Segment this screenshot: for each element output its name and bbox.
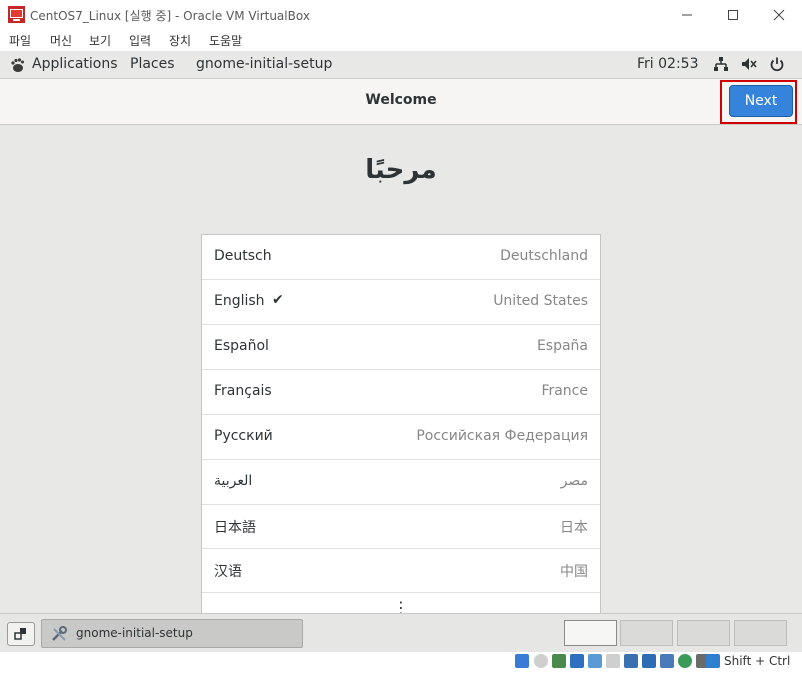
language-list[interactable]: Deutsch Deutschland English ✔ United Sta…: [201, 234, 601, 613]
window-titlebar: CentOS7_Linux [실행 중] - Oracle VM Virtual…: [0, 0, 802, 30]
menu-input[interactable]: 입력: [129, 32, 151, 49]
language-name: 日本語: [214, 520, 256, 536]
vbox-status-bar: Shift + Ctrl: [0, 652, 802, 673]
language-region: France: [541, 383, 588, 399]
close-icon: [773, 9, 785, 21]
more-languages-icon[interactable]: ⋮: [202, 593, 600, 613]
language-region: Deutschland: [500, 248, 588, 264]
clock[interactable]: Fri 02:53: [637, 56, 698, 72]
usb-icon[interactable]: [588, 654, 602, 668]
menu-help[interactable]: 도움말: [209, 32, 242, 49]
vt-x-icon[interactable]: [660, 654, 674, 668]
workspace-4[interactable]: [734, 620, 787, 646]
task-label: gnome-initial-setup: [76, 626, 193, 640]
window-title: CentOS7_Linux [실행 중] - Oracle VM Virtual…: [30, 9, 310, 23]
checkmark-icon: ✔: [272, 292, 284, 308]
app-menu[interactable]: gnome-initial-setup: [196, 56, 332, 72]
gnome-foot-icon: [11, 58, 24, 72]
menu-machine[interactable]: 머신: [50, 32, 72, 49]
shared-folders-icon[interactable]: [606, 654, 620, 668]
language-row-espanol[interactable]: Español España: [202, 325, 600, 370]
gnome-top-bar: Applications Places gnome-initial-setup …: [0, 51, 802, 79]
volume-icon[interactable]: [741, 56, 757, 72]
close-button[interactable]: [756, 0, 802, 30]
menu-file[interactable]: 파일: [9, 32, 31, 49]
maximize-icon: [728, 10, 738, 20]
menu-devices[interactable]: 장치: [169, 32, 191, 49]
language-name: Deutsch: [214, 248, 272, 264]
minimize-icon: [682, 14, 692, 16]
taskbar-item-gnome-initial-setup[interactable]: gnome-initial-setup: [41, 619, 303, 648]
language-region: Российская Федерация: [416, 428, 588, 444]
workspace-3[interactable]: [677, 620, 730, 646]
menu-view[interactable]: 보기: [89, 32, 111, 49]
network-adapter-icon[interactable]: [570, 654, 584, 668]
language-name: 汉语: [214, 564, 242, 580]
language-row-english[interactable]: English ✔ United States: [202, 280, 600, 325]
language-region: 中国: [560, 564, 588, 580]
language-name: Русский: [214, 428, 273, 444]
language-region: United States: [493, 293, 588, 309]
workspace-2[interactable]: [620, 620, 673, 646]
menubar: 파일 머신 보기 입력 장치 도움말: [0, 30, 802, 51]
virtualbox-app-icon: [8, 6, 25, 23]
places-menu[interactable]: Places: [130, 56, 175, 72]
show-desktop-button[interactable]: [7, 622, 35, 646]
language-name: Français: [214, 383, 272, 399]
language-region: 日本: [560, 520, 588, 536]
recording-icon[interactable]: [642, 654, 656, 668]
language-region: مصر: [560, 473, 588, 489]
applications-menu[interactable]: Applications: [32, 56, 118, 72]
keyboard-capture-icon[interactable]: [706, 654, 720, 668]
network-icon[interactable]: [713, 56, 729, 72]
language-row-deutsch[interactable]: Deutsch Deutschland: [202, 235, 600, 280]
page-title: Welcome: [365, 92, 437, 108]
language-row-russian[interactable]: Русский Российская Федерация: [202, 415, 600, 460]
hard-disk-icon[interactable]: [515, 654, 529, 668]
language-region: España: [536, 338, 588, 354]
welcome-content: مرحبًا Deutsch Deutschland English ✔ Uni…: [0, 125, 802, 613]
minimize-button[interactable]: [664, 0, 710, 30]
settings-tools-icon: [52, 626, 67, 641]
display-icon[interactable]: [624, 654, 638, 668]
language-name: Español: [214, 338, 269, 354]
language-row-japanese[interactable]: 日本語 日本: [202, 504, 600, 549]
language-row-francais[interactable]: Français France: [202, 370, 600, 415]
language-row-chinese[interactable]: 汉语 中国: [202, 548, 600, 593]
optical-drive-icon[interactable]: [534, 654, 548, 668]
welcome-heading: مرحبًا: [365, 155, 437, 185]
language-name: English: [214, 293, 265, 309]
power-icon[interactable]: [769, 56, 785, 72]
setup-header-bar: Welcome: [0, 79, 802, 125]
audio-icon[interactable]: [552, 654, 566, 668]
workspace-1[interactable]: [564, 620, 617, 646]
gnome-window-list: gnome-initial-setup: [0, 613, 802, 653]
language-row-arabic[interactable]: العربية مصر: [202, 460, 600, 505]
guest-additions-icon[interactable]: [678, 654, 692, 668]
maximize-button[interactable]: [710, 0, 756, 30]
language-name: العربية: [214, 473, 253, 489]
show-desktop-icon: [14, 628, 26, 640]
next-button[interactable]: Next: [729, 85, 793, 117]
host-key-label: Shift + Ctrl: [724, 654, 791, 668]
